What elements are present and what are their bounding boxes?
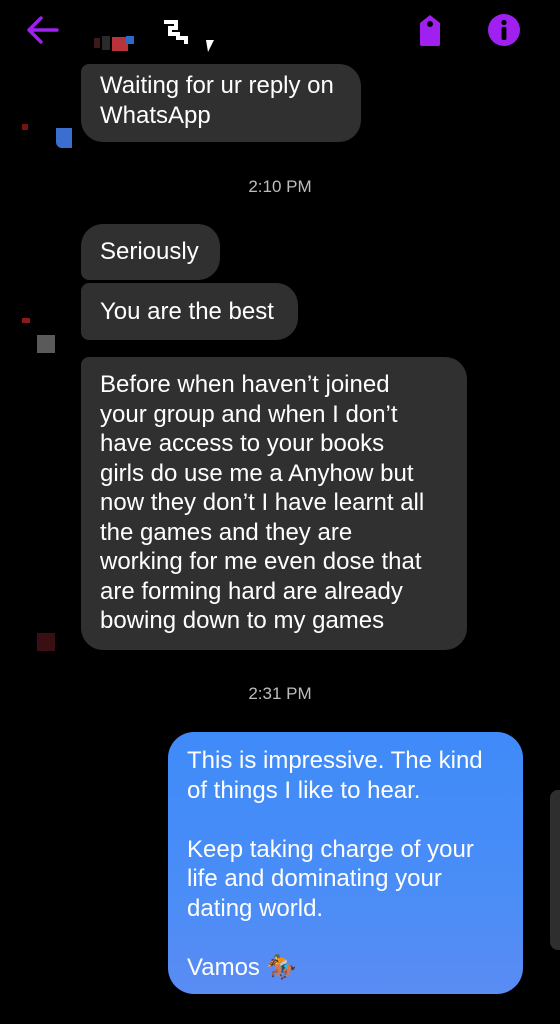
incoming-message[interactable]: You are the best [81, 283, 298, 340]
message-line: girls do use me a Anyhow but [100, 459, 414, 487]
message-line: life and dominating your [187, 865, 442, 893]
sender-avatar [56, 128, 72, 148]
back-button[interactable] [24, 14, 60, 46]
message-line: your group and when I don’t [100, 400, 398, 428]
sender-avatar [37, 633, 55, 651]
message-text: You are the best [100, 298, 274, 325]
sender-avatar-dot [22, 124, 28, 130]
avatar[interactable] [92, 32, 138, 54]
message-line: have access to your books [100, 430, 385, 457]
message-line: of things I like to hear. [187, 776, 421, 804]
tag-button[interactable] [414, 12, 446, 48]
message-text: Seriously [100, 238, 199, 265]
info-icon [488, 14, 520, 46]
message-line: Waiting for ur reply on [100, 72, 334, 99]
message-line: Vamos 🏇 [187, 954, 297, 982]
sender-avatar-dot [22, 318, 30, 323]
message-line: bowing down to my games [100, 607, 385, 634]
outgoing-message[interactable]: This is impressive. The kind of things I… [168, 732, 523, 994]
timestamp: 2:10 PM [248, 177, 312, 196]
incoming-message[interactable]: Before when haven’t joined your group an… [81, 357, 467, 650]
message-line: are forming hard are already [100, 577, 403, 605]
message-line: the games and they are [100, 518, 353, 546]
info-button[interactable] [486, 12, 522, 48]
top-bar [0, 0, 560, 64]
message-line: This is impressive. The kind [187, 747, 483, 774]
incoming-message[interactable]: Seriously [81, 224, 220, 280]
message-line: working for me even dose that [100, 548, 422, 575]
arrow-left-icon [27, 16, 59, 44]
timestamp: 2:31 PM [248, 684, 312, 703]
tag-icon [420, 15, 440, 46]
sender-avatar [37, 335, 55, 353]
contact-name[interactable] [158, 18, 228, 54]
scroll-handle[interactable] [550, 790, 560, 950]
message-line: Keep taking charge of your [187, 835, 474, 863]
message-line: WhatsApp [100, 101, 211, 129]
incoming-message[interactable]: Waiting for ur reply on WhatsApp [81, 64, 361, 142]
message-line: dating world. [187, 894, 324, 922]
message-line: now they don’t I have learnt all [100, 489, 425, 516]
message-line: Before when haven’t joined [100, 371, 390, 398]
